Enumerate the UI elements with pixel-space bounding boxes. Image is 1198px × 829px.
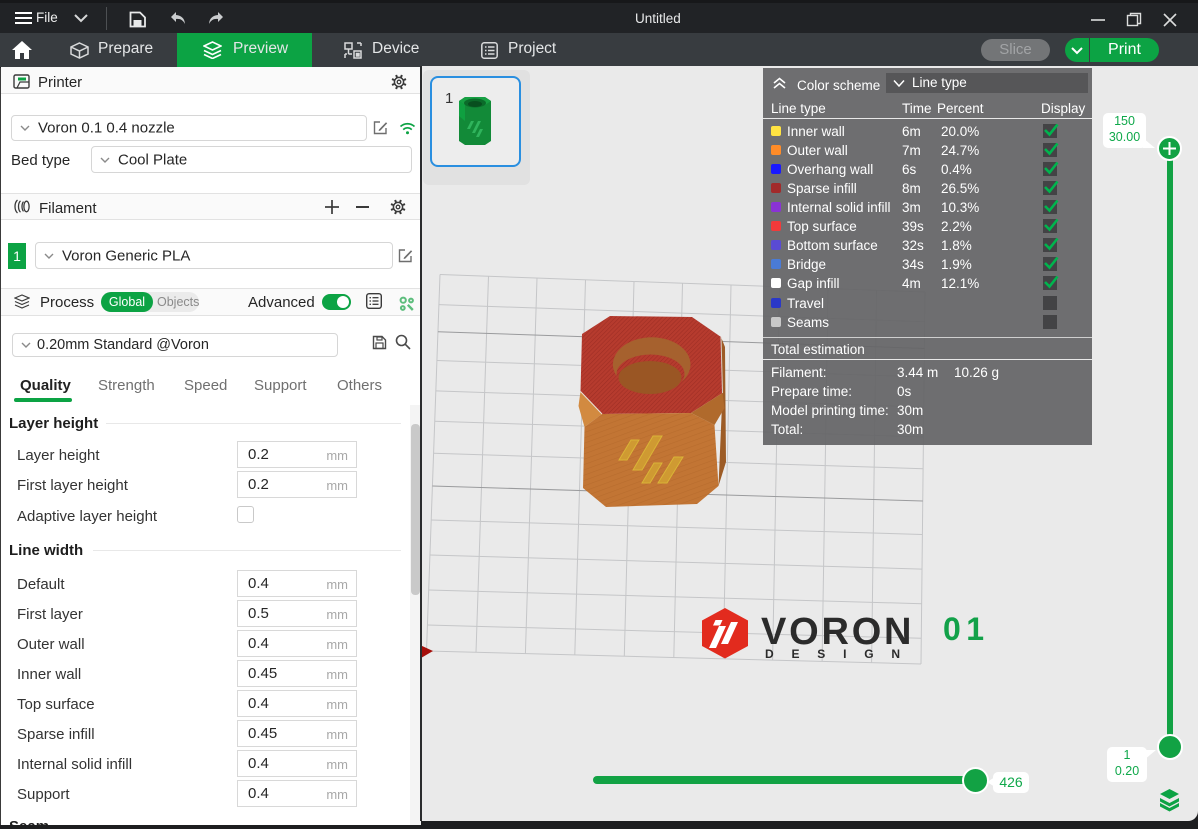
svg-text:01: 01 (943, 611, 990, 647)
